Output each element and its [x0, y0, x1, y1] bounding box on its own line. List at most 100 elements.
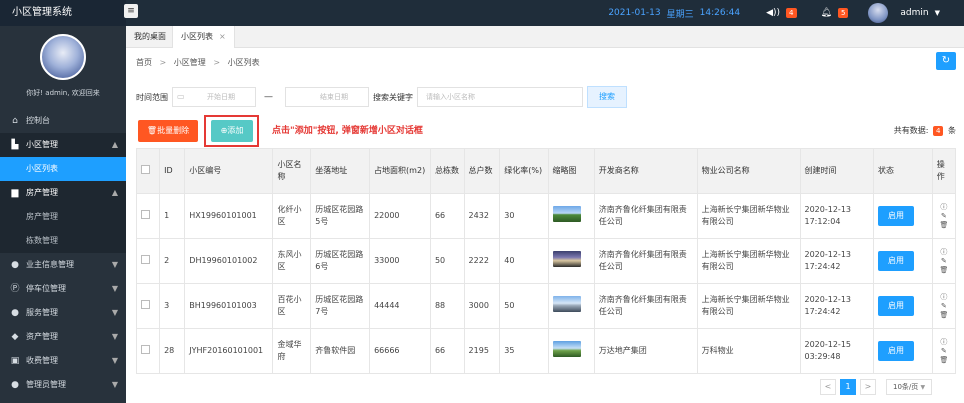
cell-created: 2020-12-13 17:24:42 — [799, 283, 874, 329]
info-icon[interactable]: ⓘ — [937, 293, 951, 302]
hint-text: 点击"添加"按钮, 弹窗新增小区对话框 — [272, 126, 423, 136]
welcome-text: 你好! admin, 欢迎回来 — [26, 89, 100, 97]
info-icon[interactable]: ⓘ — [937, 338, 951, 347]
row-checkbox[interactable] — [135, 283, 161, 329]
chevron-down-icon: ▼ — [111, 284, 118, 293]
date-text: 2021-01-13 — [608, 8, 661, 18]
bell-icon[interactable]: 🔔︎ — [821, 8, 832, 18]
tab-desktop[interactable]: 我的桌面 — [126, 26, 174, 48]
admin-icon: ● — [11, 380, 19, 390]
col-property: 物业公司名称 — [696, 148, 801, 194]
checkbox[interactable] — [141, 344, 150, 354]
delete-icon[interactable]: 🗑︎ — [937, 266, 951, 275]
sidebar-item-property[interactable]: ▆ 房产管理 ▲ — [0, 181, 126, 205]
cell-created: 2020-12-13 17:12:04 — [799, 193, 874, 239]
col-green: 绿化率(%) — [499, 148, 549, 194]
batch-delete-button[interactable]: 🗑︎批量删除 — [138, 120, 198, 142]
delete-icon[interactable]: 🗑︎ — [937, 311, 951, 320]
checkbox[interactable] — [141, 209, 150, 219]
cell-property: 上海新长宁集团新华物业有限公司 — [696, 193, 801, 239]
select-all-checkbox[interactable] — [135, 148, 161, 194]
breadcrumb: 首页 > 小区管理 > 小区列表 — [136, 57, 260, 68]
weekday-text: 星期三 — [666, 9, 694, 20]
end-date-input[interactable]: 结束日期 — [285, 87, 369, 107]
chevron-down-icon: ▼ — [111, 356, 118, 365]
range-dash: — — [264, 92, 273, 102]
table-row: 28 JYHF20160101001 金域华府 齐鲁软件园 66666 66 2195 35 万… — [135, 328, 957, 374]
chevron-down-icon: ▼ — [111, 380, 118, 389]
edit-icon[interactable]: ✎ — [937, 257, 951, 266]
keyword-label: 搜索关键字 — [373, 92, 413, 102]
edit-icon[interactable]: ✎ — [937, 212, 951, 221]
highlight-box: ⊕添加 — [204, 115, 259, 147]
search-button[interactable]: 搜索 — [587, 86, 627, 108]
row-checkbox[interactable] — [135, 328, 161, 374]
sidebar-item-dashboard[interactable]: ⌂ 控制台 — [0, 109, 126, 133]
chevron-down-icon[interactable]: ▼ — [935, 9, 940, 17]
refresh-button[interactable]: ↻ — [936, 52, 956, 70]
cell-thumb — [547, 238, 595, 284]
page-1-button[interactable]: 1 — [840, 379, 856, 395]
sidebar-item-parking[interactable]: Ⓟ 停车位管理 ▼ — [0, 277, 126, 301]
checkbox[interactable] — [141, 299, 150, 309]
cell-buildings: 66 — [429, 193, 465, 239]
cell-developer: 万达地产集团 — [593, 328, 698, 374]
delete-icon[interactable]: 🗑︎ — [937, 356, 951, 365]
sidebar-item-owner[interactable]: ● 业主信息管理 ▼ — [0, 253, 126, 277]
enable-button[interactable]: 启用 — [878, 296, 914, 316]
row-checkbox[interactable] — [135, 238, 161, 284]
row-checkbox[interactable] — [135, 193, 161, 239]
breadcrumb-home[interactable]: 首页 — [136, 58, 152, 67]
edit-icon[interactable]: ✎ — [937, 347, 951, 356]
cell-thumb — [547, 328, 595, 374]
cell-code: JYHF20160101001 — [184, 328, 274, 374]
close-icon[interactable]: × — [219, 32, 226, 41]
edit-icon[interactable]: ✎ — [937, 302, 951, 311]
sidebar-item-admin[interactable]: ● 管理员管理 ▼ — [0, 373, 126, 397]
user-name[interactable]: admin — [900, 8, 928, 18]
table-header-row: ID 小区编号 小区名称 坐落地址 占地面积(m2) 总栋数 总户数 绿化率(%… — [135, 148, 957, 194]
add-button[interactable]: ⊕添加 — [211, 120, 253, 142]
start-date-input[interactable]: ▭ 开始日期 — [172, 87, 256, 107]
sidebar-item-property-manage[interactable]: 房产管理 — [0, 205, 126, 229]
cell-area: 44444 — [369, 283, 431, 329]
table-row: 1 HX19960101001 化纤小区 历城区花园路5号 22000 66 2432 30 济… — [135, 193, 957, 239]
chevron-up-icon: ▲ — [111, 188, 118, 197]
info-icon[interactable]: ⓘ — [937, 248, 951, 257]
breadcrumb-mid[interactable]: 小区管理 — [174, 58, 206, 67]
cell-green: 50 — [499, 283, 549, 329]
home-icon: ⌂ — [12, 116, 18, 126]
filter-row: 时间范围 ▭ 开始日期 — 结束日期 搜索关键字 请输入小区名称 搜索 — [136, 86, 627, 108]
enable-button[interactable]: 启用 — [878, 206, 914, 226]
search-input[interactable]: 请输入小区名称 — [417, 87, 583, 107]
avatar[interactable] — [868, 3, 889, 23]
info-icon[interactable]: ⓘ — [937, 203, 951, 212]
prev-page-button[interactable]: < — [820, 379, 836, 395]
fee-icon: ▣ — [10, 356, 20, 366]
community-table: ID 小区编号 小区名称 坐落地址 占地面积(m2) 总栋数 总户数 绿化率(%… — [135, 148, 957, 374]
sidebar-item-asset[interactable]: ◆ 资产管理 ▼ — [0, 325, 126, 349]
sidebar-item-building-manage[interactable]: 栋数管理 — [0, 229, 126, 253]
sidebar-item-service[interactable]: ● 服务管理 ▼ — [0, 301, 126, 325]
tab-community-list[interactable]: 小区列表 × — [172, 26, 235, 48]
cell-ops: ⓘ ✎ 🗑︎ — [931, 328, 957, 374]
total-badge: 4 — [932, 126, 944, 136]
enable-button[interactable]: 启用 — [878, 251, 914, 271]
sidebar-item-community[interactable]: ▙ 小区管理 ▲ — [0, 133, 126, 157]
top-right-area: 2021-01-13 星期三 14:26:44 ◀)) 4 🔔︎ 5 admin… — [608, 0, 940, 26]
menu-toggle-icon[interactable]: ≡ — [124, 4, 138, 18]
thumbnail-image — [552, 206, 581, 222]
col-status: 状态 — [873, 148, 933, 194]
cell-ops: ⓘ ✎ 🗑︎ — [931, 238, 957, 284]
cell-households: 2222 — [463, 238, 501, 284]
next-page-button[interactable]: > — [860, 379, 876, 395]
sidebar-item-community-list[interactable]: 小区列表 — [0, 157, 126, 181]
col-code: 小区编号 — [184, 148, 274, 194]
col-developer: 开发商名称 — [593, 148, 698, 194]
page-size-select[interactable]: 10条/页 ▼ — [886, 379, 932, 395]
checkbox[interactable] — [141, 254, 150, 264]
enable-button[interactable]: 启用 — [878, 341, 914, 361]
delete-icon[interactable]: 🗑︎ — [937, 221, 951, 230]
speaker-icon[interactable]: ◀)) — [766, 8, 780, 18]
sidebar-item-fee[interactable]: ▣ 收费管理 ▼ — [0, 349, 126, 373]
